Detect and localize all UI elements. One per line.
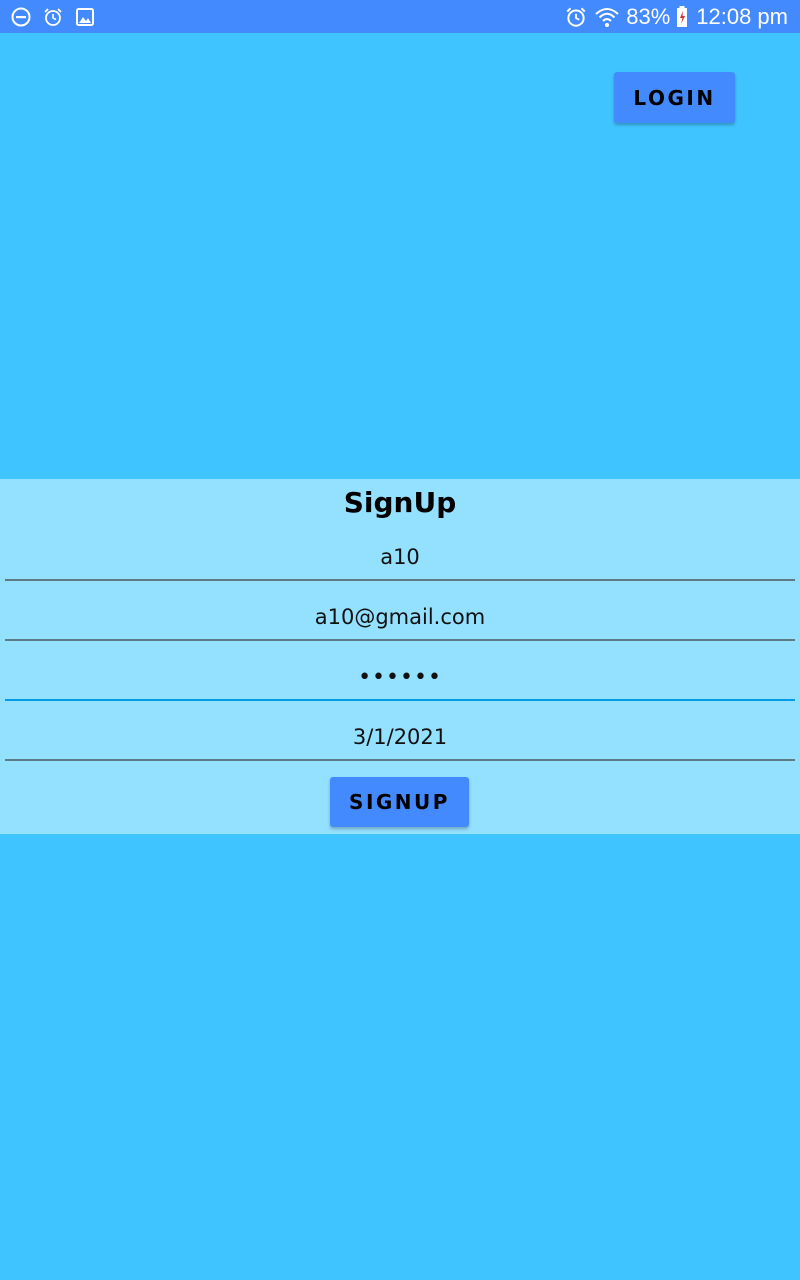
status-left-icons xyxy=(10,5,96,29)
alarm-icon xyxy=(42,6,64,28)
image-icon xyxy=(74,6,96,28)
name-field[interactable] xyxy=(5,535,795,581)
signup-button[interactable]: SIGNUP xyxy=(330,777,469,827)
login-button[interactable]: LOGIN xyxy=(614,72,735,123)
signup-title: SignUp xyxy=(343,486,457,519)
battery-percent: 83% xyxy=(626,3,671,29)
wifi-icon xyxy=(594,4,620,30)
status-right-icons: 83% 12:08 pm xyxy=(564,0,788,33)
password-field[interactable] xyxy=(5,655,795,701)
date-field[interactable] xyxy=(5,715,795,761)
do-not-disturb-icon xyxy=(10,6,32,28)
alarm-icon xyxy=(564,5,588,29)
status-bar: 83% 12:08 pm xyxy=(0,0,800,33)
battery-icon xyxy=(676,5,688,28)
status-time: 12:08 pm xyxy=(696,3,788,29)
email-field[interactable] xyxy=(5,595,795,641)
